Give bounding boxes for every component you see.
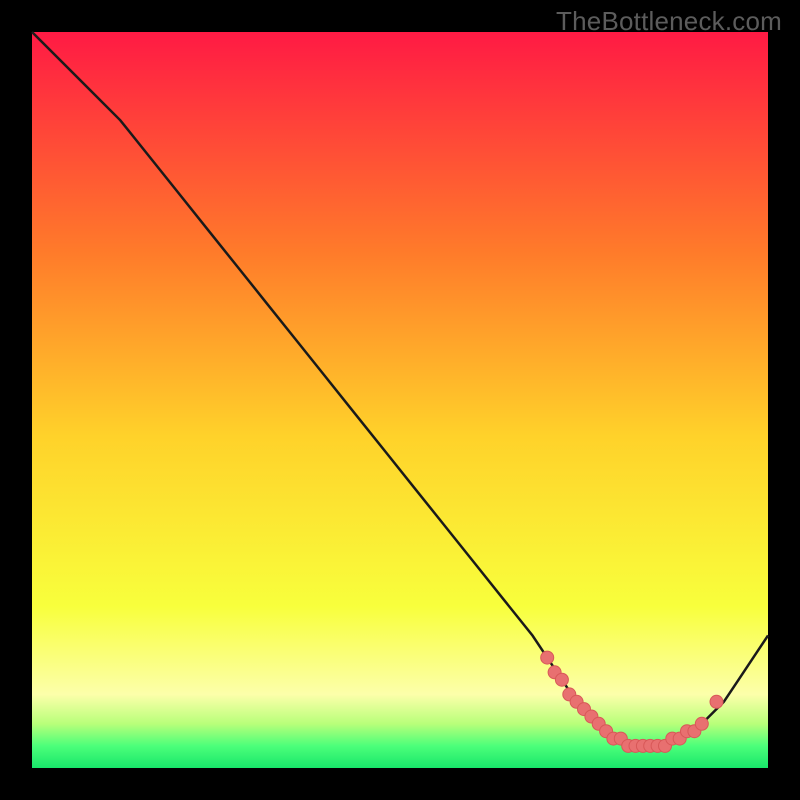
marker-dot xyxy=(541,651,554,664)
plot-background xyxy=(32,32,768,768)
chart-container: TheBottleneck.com xyxy=(0,0,800,800)
marker-dot xyxy=(695,717,708,730)
marker-dot xyxy=(555,673,568,686)
bottleneck-chart xyxy=(0,0,800,800)
marker-dot xyxy=(710,695,723,708)
watermark-text: TheBottleneck.com xyxy=(556,6,782,37)
